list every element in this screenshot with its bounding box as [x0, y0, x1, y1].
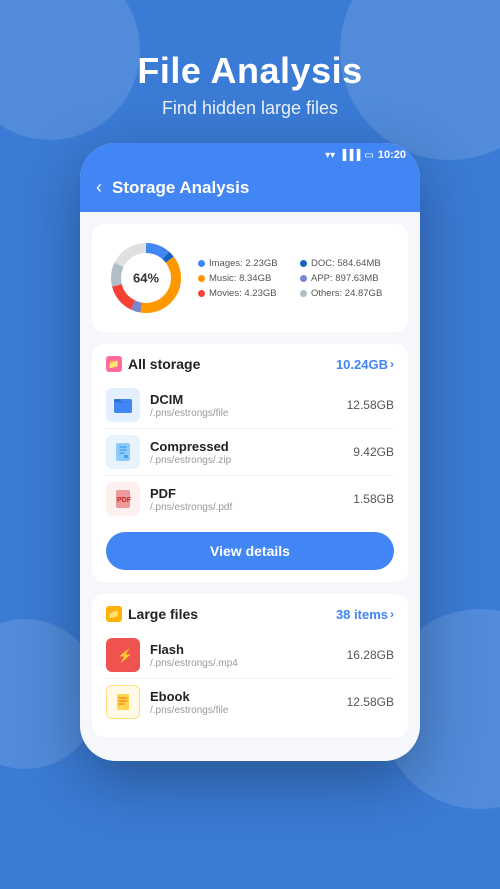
ebook-info: Ebook /.pns/estrongs/file: [150, 689, 337, 716]
header-section: File Analysis Find hidden large files: [137, 0, 362, 119]
status-icons: ▾▾ ▐▐▐ ▭ 10:20: [325, 149, 406, 161]
flash-size: 16.28GB: [347, 648, 394, 662]
status-bar: ▾▾ ▐▐▐ ▭ 10:20: [80, 143, 420, 167]
dcim-icon: [106, 388, 140, 422]
donut-percentage: 64%: [133, 271, 159, 286]
pdf-name: PDF: [150, 486, 343, 501]
bg-circle-topleft: [0, 0, 140, 140]
legend-label-movies: Movies: 4.23GB: [209, 288, 277, 299]
all-storage-title: All storage: [128, 356, 200, 372]
flash-name: Flash: [150, 642, 337, 657]
pdf-path: /.pns/estrongs/.pdf: [150, 502, 343, 513]
compressed-info: Compressed /.pns/estrongs/.zip: [150, 439, 343, 466]
pdf-size: 1.58GB: [353, 492, 394, 506]
nav-title: Storage Analysis: [112, 178, 249, 198]
compressed-size: 9.42GB: [353, 445, 394, 459]
ebook-icon: [106, 685, 140, 719]
svg-text:⚡: ⚡: [117, 648, 133, 664]
all-storage-card: 📁 All storage 10.24GB ›: [92, 344, 408, 582]
ebook-size: 12.58GB: [347, 695, 394, 709]
wifi-icon: ▾▾: [325, 150, 335, 161]
large-files-value[interactable]: 38 items ›: [336, 607, 394, 622]
legend-dot-app: [300, 275, 307, 282]
legend-label-doc: DOC: 584.64MB: [311, 258, 381, 269]
ebook-name: Ebook: [150, 689, 337, 704]
legend-item-movies: Movies: 4.23GB: [198, 288, 292, 299]
all-storage-size: 10.24GB: [336, 357, 388, 372]
flash-info: Flash /.pns/estrongs/.mp4: [150, 642, 337, 669]
file-item-ebook[interactable]: Ebook /.pns/estrongs/file 12.58GB: [106, 678, 394, 725]
dcim-size: 12.58GB: [347, 398, 394, 412]
donut-chart: 64%: [106, 238, 186, 318]
legend-item-music: Music: 8.34GB: [198, 273, 292, 284]
ebook-path: /.pns/estrongs/file: [150, 705, 337, 716]
large-files-left: 📁 Large files: [106, 606, 198, 622]
legend-item-others: Others: 24.87GB: [300, 288, 394, 299]
large-files-header: 📁 Large files 38 items ›: [106, 606, 394, 622]
large-files-icon: 📁: [106, 606, 122, 622]
content-area: 64% Images: 2.23GB DOC: 584.64MB Music: …: [80, 212, 420, 761]
legend-item-images: Images: 2.23GB: [198, 258, 292, 269]
battery-icon: ▭: [364, 150, 373, 161]
dcim-info: DCIM /.pns/estrongs/file: [150, 392, 337, 419]
svg-text:PDF: PDF: [117, 497, 132, 504]
compressed-icon: [106, 435, 140, 469]
legend-item-doc: DOC: 584.64MB: [300, 258, 394, 269]
all-storage-icon: 📁: [106, 356, 122, 372]
nav-bar: ‹ Storage Analysis: [80, 167, 420, 212]
file-item-flash[interactable]: ⚡ Flash /.pns/estrongs/.mp4 16.28GB: [106, 632, 394, 678]
large-files-count: 38 items: [336, 607, 388, 622]
page-title: File Analysis: [137, 50, 362, 92]
legend-dot-movies: [198, 290, 205, 297]
pdf-info: PDF /.pns/estrongs/.pdf: [150, 486, 343, 513]
status-time: 10:20: [378, 149, 406, 161]
compressed-path: /.pns/estrongs/.zip: [150, 455, 343, 466]
bg-circle-topright: [340, 0, 500, 160]
file-item-compressed[interactable]: Compressed /.pns/estrongs/.zip 9.42GB: [106, 428, 394, 475]
phone-frame: ▾▾ ▐▐▐ ▭ 10:20 ‹ Storage Analysis: [80, 143, 420, 761]
pdf-icon: PDF: [106, 482, 140, 516]
legend-label-images: Images: 2.23GB: [209, 258, 278, 269]
view-details-button[interactable]: View details: [106, 532, 394, 570]
flash-icon: ⚡: [106, 638, 140, 672]
chart-legend: Images: 2.23GB DOC: 584.64MB Music: 8.34…: [198, 258, 394, 299]
all-storage-header: 📁 All storage 10.24GB ›: [106, 356, 394, 372]
legend-label-music: Music: 8.34GB: [209, 273, 271, 284]
file-item-dcim[interactable]: DCIM /.pns/estrongs/file 12.58GB: [106, 382, 394, 428]
all-storage-left: 📁 All storage: [106, 356, 200, 372]
legend-dot-others: [300, 290, 307, 297]
large-files-chevron: ›: [390, 607, 394, 621]
chart-card: 64% Images: 2.23GB DOC: 584.64MB Music: …: [92, 224, 408, 332]
signal-icon: ▐▐▐: [339, 150, 360, 161]
file-item-pdf[interactable]: PDF PDF /.pns/estrongs/.pdf 1.58GB: [106, 475, 394, 522]
flash-path: /.pns/estrongs/.mp4: [150, 658, 337, 669]
legend-item-app: APP: 897.63MB: [300, 273, 394, 284]
phone-mockup: ▾▾ ▐▐▐ ▭ 10:20 ‹ Storage Analysis: [80, 143, 420, 761]
dcim-path: /.pns/estrongs/file: [150, 408, 337, 419]
large-files-title: Large files: [128, 606, 198, 622]
dcim-name: DCIM: [150, 392, 337, 407]
compressed-name: Compressed: [150, 439, 343, 454]
legend-label-others: Others: 24.87GB: [311, 288, 382, 299]
legend-dot-images: [198, 260, 205, 267]
large-files-card: 📁 Large files 38 items › ⚡: [92, 594, 408, 737]
legend-dot-music: [198, 275, 205, 282]
page-subtitle: Find hidden large files: [137, 98, 362, 119]
all-storage-chevron: ›: [390, 357, 394, 371]
back-button[interactable]: ‹: [96, 177, 102, 198]
legend-label-app: APP: 897.63MB: [311, 273, 379, 284]
legend-dot-doc: [300, 260, 307, 267]
all-storage-value[interactable]: 10.24GB ›: [336, 357, 394, 372]
